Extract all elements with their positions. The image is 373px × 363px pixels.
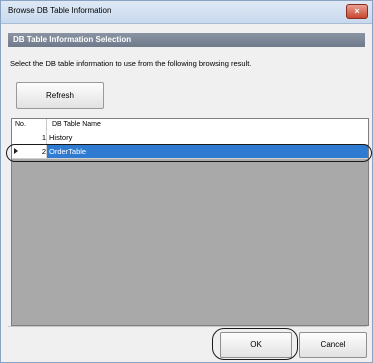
instruction-text: Select the DB table information to use f…	[10, 59, 252, 68]
db-table-grid[interactable]: No. DB Table Name 1 History 2 OrderTable	[11, 118, 369, 326]
table-row[interactable]: 1 History	[12, 131, 368, 145]
column-header-name[interactable]: DB Table Name	[52, 121, 101, 128]
close-icon: ×	[354, 6, 360, 16]
table-row-selected[interactable]: 2 OrderTable	[12, 145, 368, 159]
row-selector[interactable]	[12, 131, 22, 144]
dialog-window: Browse DB Table Information × DB Table I…	[0, 0, 373, 363]
column-divider	[46, 119, 47, 131]
row-number: 2	[41, 147, 46, 156]
current-row-arrow-icon	[14, 148, 18, 154]
row-table-name: History	[49, 133, 73, 142]
section-header: DB Table Information Selection	[8, 33, 365, 47]
column-divider	[46, 131, 47, 144]
cancel-button[interactable]: Cancel	[299, 332, 367, 358]
footer-divider	[8, 326, 367, 327]
column-header-no[interactable]: No.	[15, 121, 26, 128]
selection-highlight	[47, 145, 368, 158]
row-number: 1	[41, 133, 46, 142]
ok-button[interactable]: OK	[220, 332, 292, 358]
refresh-button[interactable]: Refresh	[16, 82, 104, 109]
title-bar[interactable]: Browse DB Table Information ×	[1, 1, 372, 24]
section-header-label: DB Table Information Selection	[13, 35, 132, 44]
row-selector[interactable]	[12, 145, 22, 158]
close-button[interactable]: ×	[346, 4, 368, 19]
row-table-name: OrderTable	[49, 147, 87, 156]
window-title: Browse DB Table Information	[8, 6, 112, 15]
